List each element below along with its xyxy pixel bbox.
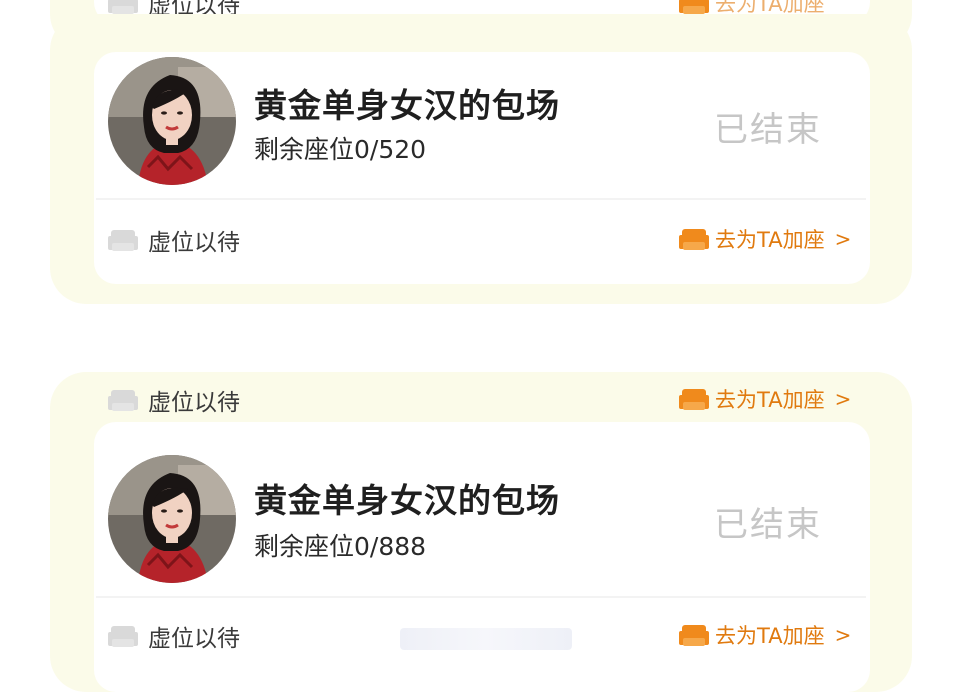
top-add-seat-link[interactable]: 去为TA加座 >	[679, 384, 851, 414]
sofa-orange-icon	[679, 621, 709, 649]
sofa-orange-icon	[679, 225, 709, 253]
add-seat-link[interactable]: 去为TA加座 >	[679, 224, 851, 254]
top-waiting-row: 虚位以待	[108, 383, 240, 417]
sofa-gray-icon	[108, 622, 138, 650]
sofa-gray-icon	[108, 226, 138, 254]
sofa-orange-icon	[679, 385, 709, 413]
session-title: 黄金单身女汉的包场	[254, 86, 560, 125]
status-ended: 已结束	[714, 505, 822, 545]
remaining-seats: 剩余座位0/520	[254, 135, 427, 164]
status-ended: 已结束	[714, 110, 822, 150]
divider	[96, 596, 866, 598]
add-seat-link[interactable]: 去为TA加座 >	[679, 620, 851, 650]
waiting-row: 虚位以待	[108, 619, 240, 653]
avatar[interactable]	[108, 57, 236, 185]
divider	[96, 198, 866, 200]
waiting-label: 虚位以待	[148, 626, 240, 652]
add-seat-label: 去为TA加座	[715, 388, 825, 412]
chevron-right-icon: >	[834, 623, 852, 647]
chevron-right-icon: >	[834, 227, 852, 251]
watermark-blur	[400, 628, 572, 650]
waiting-label: 虚位以待	[148, 390, 240, 416]
waiting-row: 虚位以待	[108, 223, 240, 257]
add-seat-label: 去为TA加座	[715, 624, 825, 648]
remaining-seats: 剩余座位0/888	[254, 532, 427, 561]
avatar[interactable]	[108, 455, 236, 583]
add-seat-label: 去为TA加座	[715, 228, 825, 252]
waiting-label: 虚位以待	[148, 230, 240, 256]
sofa-gray-icon	[108, 386, 138, 414]
session-title: 黄金单身女汉的包场	[254, 481, 560, 520]
chevron-right-icon: >	[834, 387, 852, 411]
